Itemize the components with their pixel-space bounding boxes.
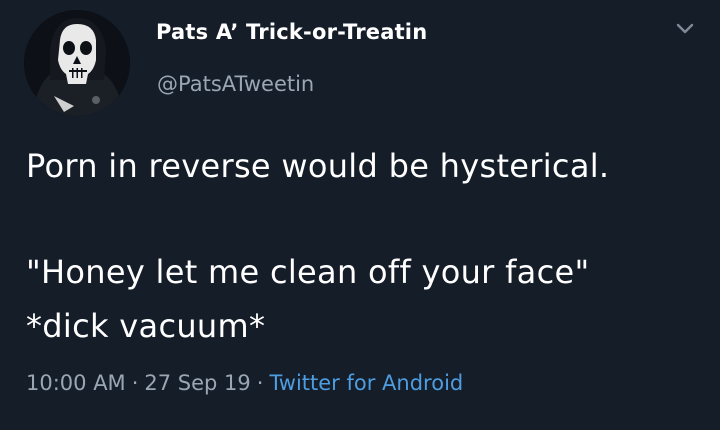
tweet-text-line: *dick vacuum* bbox=[26, 307, 266, 345]
tweet-text-line: Porn in reverse would be hysterical. bbox=[26, 147, 610, 185]
tweet-meta: 10:00 AM · 27 Sep 19 · Twitter for Android bbox=[26, 371, 463, 395]
tweet-card: Pats A’ Trick-or-Treatin @PatsATweetin P… bbox=[0, 0, 720, 430]
display-name[interactable]: Pats A’ Trick-or-Treatin bbox=[156, 20, 427, 44]
chevron-down-icon[interactable] bbox=[672, 18, 698, 40]
tweet-date[interactable]: 27 Sep 19 bbox=[144, 371, 250, 395]
tweet-text-line: "Honey let me clean off your face" bbox=[26, 253, 590, 291]
tweet-time[interactable]: 10:00 AM bbox=[26, 371, 126, 395]
meta-separator: · bbox=[131, 371, 139, 395]
tweet-source-link[interactable]: Twitter for Android bbox=[269, 371, 463, 395]
user-handle[interactable]: @PatsATweetin bbox=[157, 72, 314, 96]
avatar[interactable] bbox=[24, 10, 130, 116]
meta-separator: · bbox=[256, 371, 264, 395]
skull-avatar-icon bbox=[24, 10, 130, 116]
